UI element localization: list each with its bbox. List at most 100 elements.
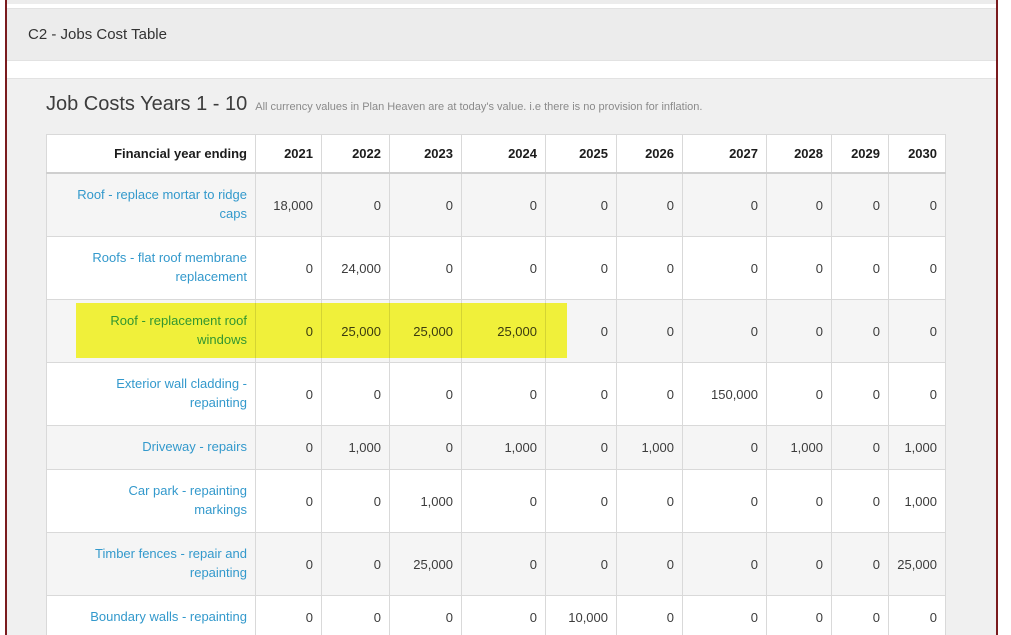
cost-value-cell: 0: [256, 533, 322, 596]
job-row: Roofs - flat roof membrane replacement02…: [47, 237, 946, 300]
cost-value-cell: 0: [462, 363, 546, 426]
cost-value-cell: 25,000: [322, 300, 390, 363]
right-accent-border: [996, 0, 998, 635]
cost-value-cell: 0: [256, 363, 322, 426]
cost-value-cell: 0: [546, 470, 617, 533]
cost-value-cell: 0: [832, 237, 889, 300]
cost-value-cell: 10,000: [546, 596, 617, 635]
job-label-cell: Exterior wall cladding - repainting: [47, 363, 256, 426]
cost-value-cell: 0: [322, 470, 390, 533]
section-header-bar[interactable]: C2 - Jobs Cost Table: [7, 8, 996, 61]
job-link[interactable]: Roof - replacement roof windows: [110, 313, 247, 347]
cost-value-cell: 0: [832, 426, 889, 470]
cost-value-cell: 0: [889, 596, 946, 635]
cost-value-cell: 0: [256, 237, 322, 300]
cost-value-cell: 0: [546, 300, 617, 363]
cost-value-cell: 0: [617, 470, 683, 533]
cost-value-cell: 0: [546, 173, 617, 237]
job-label-cell: Roof - replacement roof windows: [47, 300, 256, 363]
cost-value-cell: 0: [683, 173, 767, 237]
job-label-cell: Driveway - repairs: [47, 426, 256, 470]
column-header-year: 2027: [683, 135, 767, 174]
cost-value-cell: 0: [683, 470, 767, 533]
cost-value-cell: 0: [767, 300, 832, 363]
cost-value-cell: 25,000: [889, 533, 946, 596]
cost-value-cell: 1,000: [767, 426, 832, 470]
cost-value-cell: 1,000: [390, 470, 462, 533]
cost-value-cell: 0: [322, 533, 390, 596]
cost-value-cell: 0: [546, 426, 617, 470]
cost-value-cell: 0: [767, 533, 832, 596]
cost-value-cell: 0: [546, 237, 617, 300]
column-header-year: 2029: [832, 135, 889, 174]
cost-value-cell: 0: [322, 173, 390, 237]
job-link[interactable]: Car park - repainting markings: [129, 483, 248, 517]
job-link[interactable]: Exterior wall cladding - repainting: [116, 376, 247, 410]
cost-value-cell: 0: [390, 173, 462, 237]
cost-value-cell: 25,000: [462, 300, 546, 363]
cost-value-cell: 0: [889, 237, 946, 300]
panel-title-row: Job Costs Years 1 - 10 All currency valu…: [46, 93, 702, 116]
cost-value-cell: 0: [617, 173, 683, 237]
column-header-year: 2022: [322, 135, 390, 174]
cost-value-cell: 0: [617, 363, 683, 426]
cost-value-cell: 0: [390, 363, 462, 426]
cost-value-cell: 0: [767, 363, 832, 426]
cost-value-cell: 0: [832, 363, 889, 426]
cost-value-cell: 0: [767, 237, 832, 300]
column-header-year: 2023: [390, 135, 462, 174]
job-link[interactable]: Roofs - flat roof membrane replacement: [92, 250, 247, 284]
job-link[interactable]: Roof - replace mortar to ridge caps: [77, 187, 247, 221]
cost-value-cell: 0: [767, 596, 832, 635]
cost-value-cell: 25,000: [390, 300, 462, 363]
job-row: Timber fences - repair and repainting002…: [47, 533, 946, 596]
cost-value-cell: 0: [390, 237, 462, 300]
job-row: Boundary walls - repainting000010,000000…: [47, 596, 946, 635]
cost-value-cell: 18,000: [256, 173, 322, 237]
column-header-year: 2024: [462, 135, 546, 174]
job-row: Car park - repainting markings001,000000…: [47, 470, 946, 533]
cost-value-cell: 0: [256, 300, 322, 363]
cost-value-cell: 1,000: [889, 426, 946, 470]
cost-value-cell: 1,000: [322, 426, 390, 470]
job-link[interactable]: Boundary walls - repainting: [90, 609, 247, 624]
cost-value-cell: 24,000: [322, 237, 390, 300]
cost-value-cell: 0: [767, 470, 832, 533]
cost-value-cell: 0: [617, 533, 683, 596]
cost-value-cell: 0: [889, 363, 946, 426]
job-label-cell: Roof - replace mortar to ridge caps: [47, 173, 256, 237]
job-label-cell: Car park - repainting markings: [47, 470, 256, 533]
cost-value-cell: 150,000: [683, 363, 767, 426]
previous-section-edge: [7, 0, 996, 4]
cost-value-cell: 0: [322, 596, 390, 635]
cost-table-wrapper: Financial year ending 202120222023202420…: [46, 134, 946, 635]
cost-value-cell: 0: [256, 596, 322, 635]
job-link[interactable]: Driveway - repairs: [142, 439, 247, 454]
cost-value-cell: 0: [683, 596, 767, 635]
cost-value-cell: 0: [390, 596, 462, 635]
cost-value-cell: 0: [322, 363, 390, 426]
cost-value-cell: 0: [617, 300, 683, 363]
cost-value-cell: 0: [832, 596, 889, 635]
cost-value-cell: 0: [546, 533, 617, 596]
table-header-row: Financial year ending 202120222023202420…: [47, 135, 946, 174]
cost-value-cell: 0: [617, 237, 683, 300]
cost-value-cell: 0: [767, 173, 832, 237]
cost-value-cell: 0: [832, 173, 889, 237]
cost-value-cell: 0: [832, 533, 889, 596]
cost-value-cell: 0: [390, 426, 462, 470]
job-link[interactable]: Timber fences - repair and repainting: [95, 546, 247, 580]
job-label-cell: Timber fences - repair and repainting: [47, 533, 256, 596]
job-label-cell: Roofs - flat roof membrane replacement: [47, 237, 256, 300]
cost-value-cell: 0: [462, 533, 546, 596]
cost-value-cell: 25,000: [390, 533, 462, 596]
cost-value-cell: 0: [617, 596, 683, 635]
job-row: Roof - replacement roof windows025,00025…: [47, 300, 946, 363]
page-subtitle: All currency values in Plan Heaven are a…: [255, 101, 702, 113]
job-row: Roof - replace mortar to ridge caps 18,00…: [47, 173, 946, 237]
cost-value-cell: 0: [462, 173, 546, 237]
column-header-year: 2021: [256, 135, 322, 174]
column-header-year: 2025: [546, 135, 617, 174]
job-label-cell: Boundary walls - repainting: [47, 596, 256, 635]
cost-value-cell: 0: [256, 426, 322, 470]
